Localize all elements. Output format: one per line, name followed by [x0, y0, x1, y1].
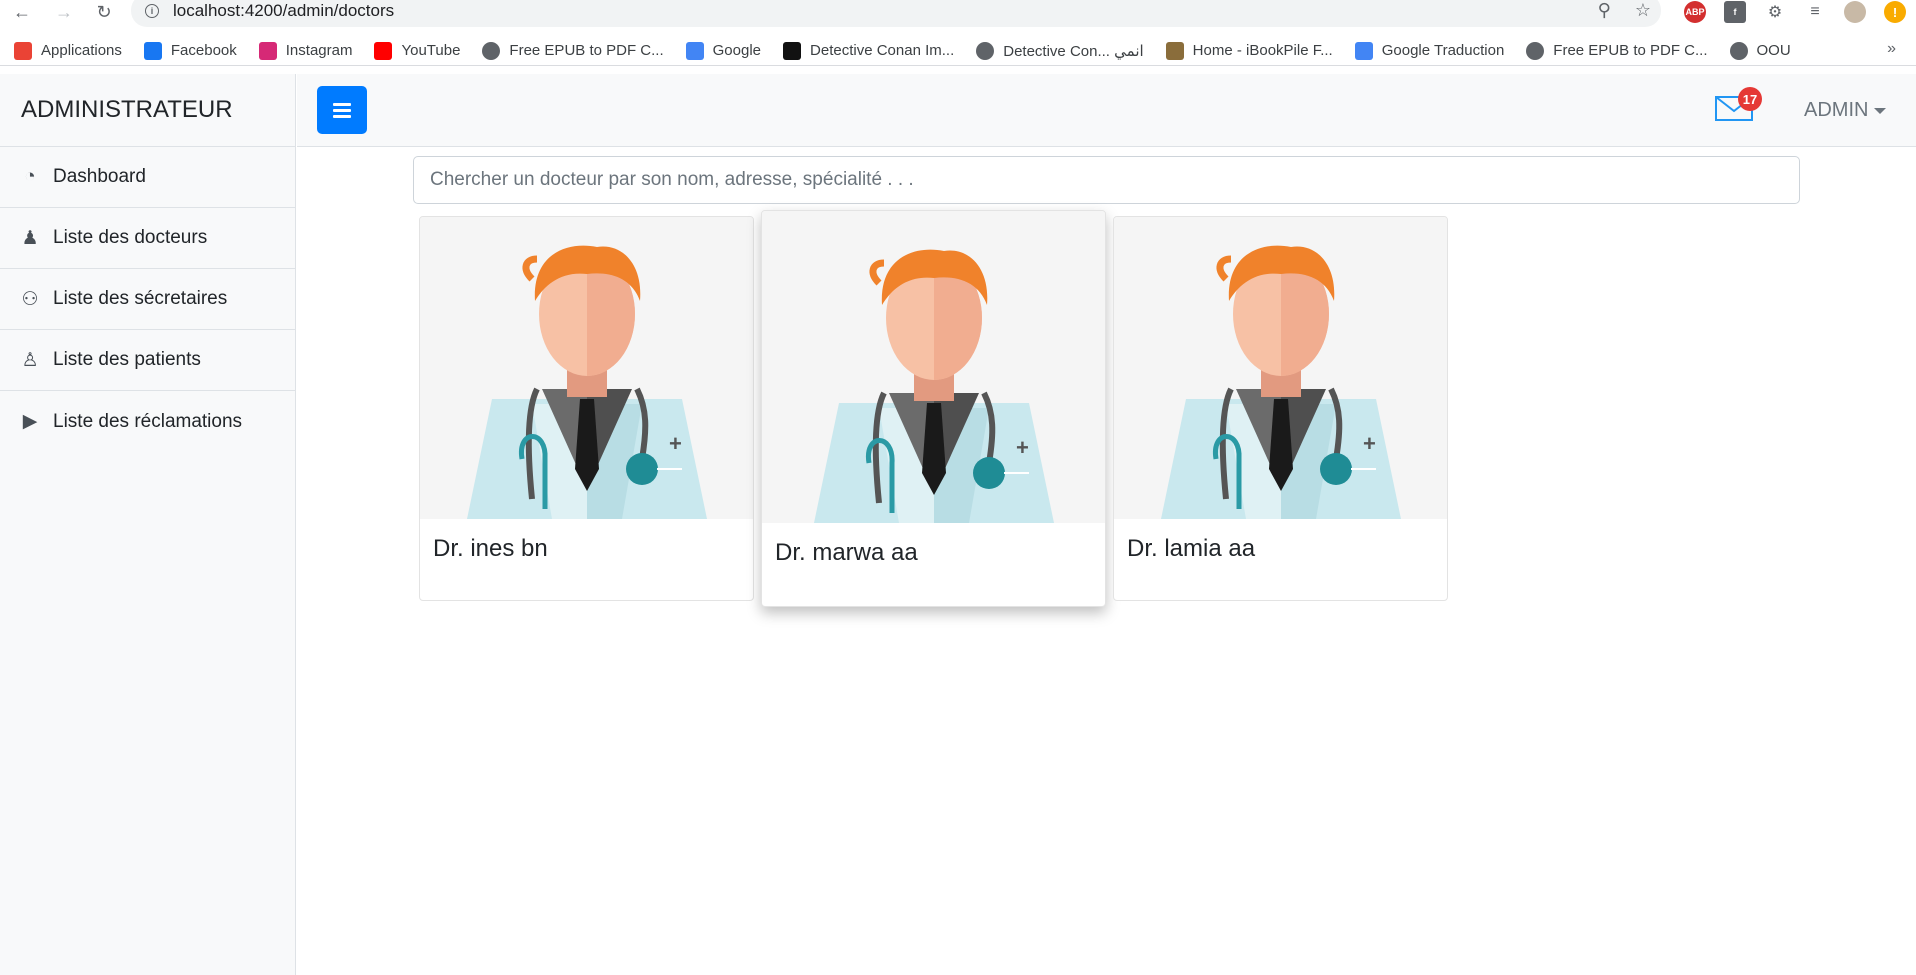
facebook-icon: [143, 41, 162, 60]
bookmark-label: OOU: [1756, 42, 1791, 59]
adblock-icon[interactable]: ABP: [1684, 1, 1706, 23]
bookmark-item[interactable]: Google Traduction: [1354, 41, 1505, 60]
bookmark-star-icon[interactable]: ☆: [1635, 0, 1651, 21]
bookmark-label: Home - iBookPile F...: [1192, 42, 1333, 59]
caret-down-icon: [1874, 107, 1887, 114]
menu-toggle-button[interactable]: [317, 86, 367, 134]
admin-dropdown[interactable]: ADMIN: [1804, 99, 1887, 122]
doctor-name: Dr. ines bn: [433, 535, 548, 562]
bookmarks-more-button[interactable]: »: [1887, 40, 1896, 58]
sidebar-item-label: Liste des docteurs: [53, 227, 208, 248]
bookmark-label: Instagram: [285, 42, 353, 59]
doctor-search-input[interactable]: [413, 156, 1800, 204]
bookmark-item[interactable]: YouTube: [374, 41, 461, 60]
bookmark-item[interactable]: Detective Conan Im...: [783, 41, 955, 60]
bookmark-item[interactable]: Free EPUB to PDF C...: [1526, 41, 1708, 60]
sidebar-item-4[interactable]: ♙ Liste des patients: [0, 330, 295, 391]
users-icon: ⚇: [21, 288, 39, 310]
sidebar-item-label: Dashboard: [53, 166, 146, 187]
globe-icon: [1526, 41, 1545, 60]
back-icon[interactable]: ←: [10, 0, 34, 24]
sidebar-item-5[interactable]: ▶ Liste des réclamations: [0, 391, 295, 452]
admin-label: ADMIN: [1804, 99, 1869, 121]
google-icon: [685, 41, 704, 60]
conan-icon: [783, 41, 802, 60]
bookmark-label: Detective Conan Im...: [810, 42, 955, 59]
forward-icon[interactable]: →: [52, 0, 76, 24]
sidebar-heading: ADMINISTRATEUR: [0, 74, 295, 147]
doctor-name: Dr. lamia aa: [1127, 535, 1256, 562]
bookmark-item[interactable]: Instagram: [258, 41, 353, 60]
bookmark-item[interactable]: Detective Con... انمي: [976, 41, 1144, 60]
bookmark-label: Applications: [41, 42, 122, 59]
svg-text:+: +: [669, 431, 682, 456]
bookmark-label: Facebook: [170, 42, 237, 59]
doctor-icon: ♟: [21, 227, 39, 249]
translate-icon: [1354, 41, 1373, 60]
instagram-icon: [258, 41, 277, 60]
bookmark-item[interactable]: Applications: [14, 41, 122, 60]
youtube-icon: [374, 41, 393, 60]
bullhorn-icon: ▶: [22, 411, 38, 432]
bookmark-label: Google Traduction: [1381, 42, 1505, 59]
address-bar[interactable]: i localhost:4200/admin/doctors ⚲ ☆: [131, 0, 1661, 27]
bookmark-item[interactable]: Facebook: [143, 41, 237, 60]
update-alert-icon[interactable]: !: [1884, 1, 1906, 23]
extensions-icon[interactable]: ⚙: [1764, 1, 1786, 23]
browser-toolbar: ← → ↻ i localhost:4200/admin/doctors ⚲ ☆…: [0, 0, 1916, 27]
bookmark-label: Detective Con... انمي: [1003, 42, 1144, 60]
sidebar-item-3[interactable]: ⚇ Liste des sécretaires: [0, 269, 295, 330]
facebook-ext-icon[interactable]: f: [1724, 1, 1746, 23]
bookmark-item[interactable]: OOU: [1729, 41, 1791, 60]
doctor-name: Dr. marwa aa: [775, 539, 918, 566]
bookmarks-bar: Applications Facebook Instagram YouTube Free…: [0, 36, 1916, 66]
globe-icon: [976, 41, 995, 60]
doctor-avatar-icon: +: [1160, 245, 1401, 519]
bookmark-label: YouTube: [401, 42, 461, 59]
globe-icon: [1729, 41, 1748, 60]
doctor-card[interactable]: + Dr. lamia aa: [1113, 216, 1448, 601]
doctor-photo: +: [762, 211, 1105, 523]
svg-text:+: +: [1016, 435, 1029, 460]
doctor-photo: +: [1114, 217, 1447, 519]
globe-icon: [482, 41, 501, 60]
profile-avatar-icon[interactable]: [1844, 1, 1866, 23]
dashboard-icon: ◔: [24, 166, 36, 187]
mail-count-badge: 17: [1738, 87, 1762, 111]
sidebar-item-2[interactable]: ♟ Liste des docteurs: [0, 208, 295, 269]
sidebar: ADMINISTRATEUR ◔ Dashboard ♟ Liste des doct…: [0, 74, 296, 975]
sidebar-item-label: Liste des sécretaires: [53, 288, 228, 309]
sidebar-item-label: Liste des réclamations: [53, 410, 243, 432]
bookmark-label: Free EPUB to PDF C...: [1553, 42, 1708, 59]
apps-grid-icon: [14, 41, 32, 60]
url-text: localhost:4200/admin/doctors: [173, 0, 395, 20]
reload-icon[interactable]: ↻: [92, 0, 116, 24]
doctor-card[interactable]: + Dr. ines bn: [419, 216, 754, 601]
user-icon: ♙: [21, 349, 39, 371]
key-icon[interactable]: ⚲: [1598, 0, 1611, 21]
bookmark-item[interactable]: Free EPUB to PDF C...: [482, 41, 664, 60]
bookmark-item[interactable]: Google: [685, 41, 762, 60]
sidebar-item-1[interactable]: ◔ Dashboard: [0, 147, 295, 208]
top-navbar: 17 ADMIN: [297, 74, 1916, 147]
book-icon: [1165, 41, 1184, 60]
svg-text:+: +: [1363, 431, 1376, 456]
doctor-photo: +: [420, 217, 753, 519]
doctor-card[interactable]: + Dr. marwa aa: [761, 210, 1106, 607]
sidebar-item-label: Liste des patients: [53, 349, 201, 370]
reading-list-icon[interactable]: ≡: [1804, 1, 1826, 23]
bookmark-item[interactable]: Home - iBookPile F...: [1165, 41, 1333, 60]
doctor-avatar-icon: +: [466, 245, 707, 519]
site-info-icon[interactable]: i: [145, 3, 159, 18]
doctor-avatar-icon: +: [813, 249, 1054, 523]
bookmark-label: Google: [712, 42, 762, 59]
hamburger-icon: [333, 100, 351, 121]
bookmark-label: Free EPUB to PDF C...: [509, 42, 664, 59]
